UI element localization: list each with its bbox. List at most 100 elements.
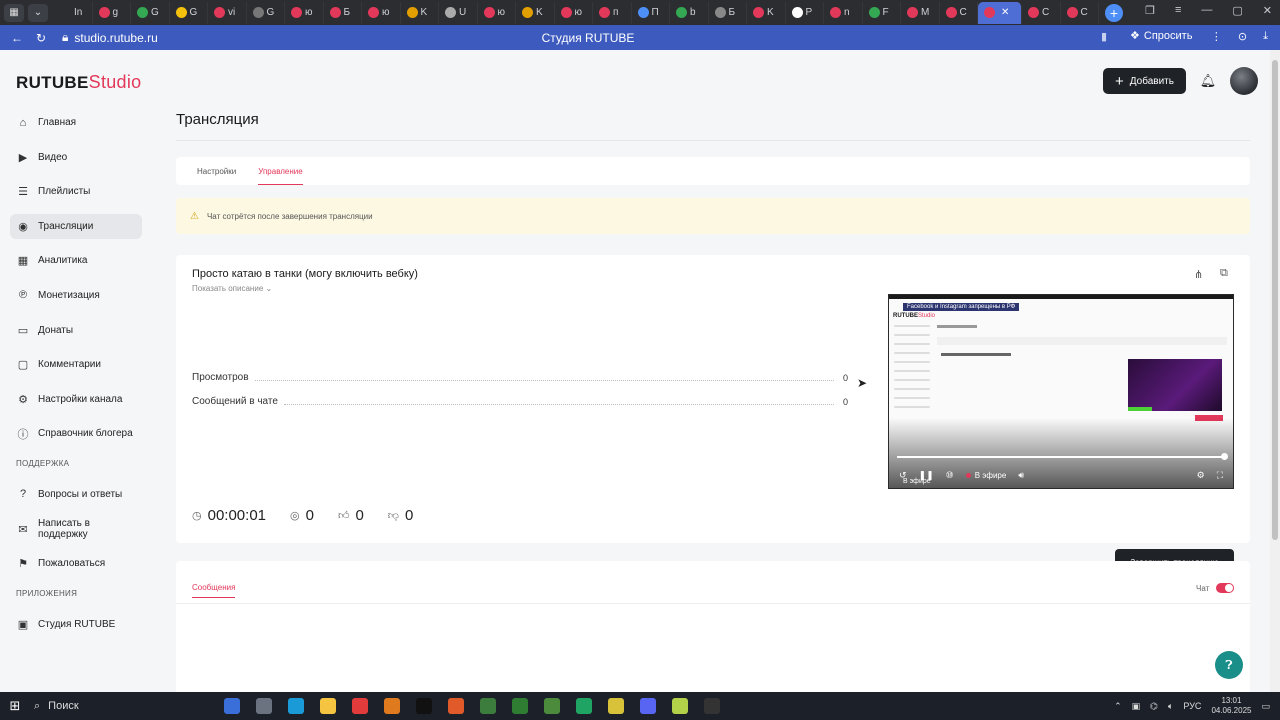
add-button[interactable]: + Добавить [1103,68,1186,94]
sidebar-item[interactable]: ▭ Донаты [10,318,142,343]
browser-tab[interactable]: C [940,1,978,24]
edge-icon[interactable] [288,698,304,714]
skip-forward-icon[interactable]: ⑩ [946,470,954,481]
close-icon[interactable]: ✕ [1263,4,1272,17]
blender-icon[interactable] [384,698,400,714]
task-view-icon[interactable] [224,698,240,714]
tab-list-chevron-icon[interactable]: ⌄ [28,3,48,22]
sidebar-item[interactable]: ℗ Монетизация [10,283,142,308]
browser-tab[interactable]: g [93,1,131,24]
browser-tab[interactable]: K [401,1,439,24]
app-icon[interactable] [416,698,432,714]
back-icon[interactable]: ← [10,31,24,45]
browser-tab[interactable]: M [901,1,940,24]
windows-start-icon[interactable]: ⊞ [0,698,30,714]
file-explorer-icon[interactable] [320,698,336,714]
app-icon[interactable] [544,698,560,714]
tray-icon[interactable]: ▣ [1132,701,1141,712]
clock[interactable]: 13:01 04.06.2025 [1211,696,1251,716]
app-icon[interactable] [608,698,624,714]
sidebar-item[interactable]: ⌂ Главная [10,110,142,135]
support-chat-icon[interactable]: ❓︎ [1215,651,1243,679]
app-icon[interactable] [448,698,464,714]
ask-button[interactable]: ❖ Спросить [1130,29,1192,43]
chat-toggle[interactable] [1216,583,1235,593]
more-icon[interactable]: ⋮ [1211,30,1222,43]
browser-menu-icon[interactable]: ▦ [4,3,24,22]
browser-tab[interactable]: P [786,1,824,24]
language-indicator[interactable]: РУС [1183,701,1201,711]
sidebar-item[interactable]: ✉ Написать в поддержку [10,517,142,542]
browser-tab[interactable]: ю [362,1,401,24]
sidebar-item[interactable]: ▣ Студия RUTUBE [10,612,142,637]
browser-tab[interactable]: П [632,1,670,24]
browser-tab[interactable]: п [593,1,632,24]
player-settings-icon[interactable]: ⚙ [1197,470,1205,481]
scrollbar-thumb[interactable] [1272,60,1278,540]
external-link-icon[interactable]: ⧉ [1220,267,1228,280]
share-icon[interactable]: ⋔ [1194,268,1203,281]
browser-tab[interactable]: ю [285,1,324,24]
download-icon[interactable]: ⤓ [1263,30,1268,43]
obs-icon[interactable] [704,698,720,714]
browser-tab[interactable]: ю [555,1,593,24]
tab-0[interactable]: Настройки [197,157,236,185]
fullscreen-icon[interactable]: ⛶ [1217,470,1223,481]
notifications-icon[interactable]: ▭ [1261,701,1270,712]
browser-tab[interactable]: C [1061,1,1099,24]
close-tab-icon[interactable]: ✕ [1001,7,1009,18]
sidebar-item[interactable]: ? Вопросы и ответы [10,482,142,507]
url-field[interactable]: 🔒︎ studio.rutube.ru [62,30,158,45]
speaker-icon[interactable]: 🔈︎ [1168,701,1173,712]
browser-tab[interactable]: K [747,1,786,24]
browser-tab[interactable]: b [670,1,709,24]
browser-tab[interactable]: C [1022,1,1061,24]
yandex-browser-icon[interactable] [352,698,368,714]
minecraft-icon[interactable] [512,698,528,714]
tray-chevron-icon[interactable]: ⌃ [1114,701,1122,712]
store-icon[interactable] [256,698,272,714]
browser-tab[interactable]: vi [208,1,247,24]
taskbar-search[interactable]: ⌕ Поиск [34,696,174,716]
browser-tab[interactable]: n [824,1,863,24]
sidebar-item[interactable]: ⓘ Справочник блогера [10,421,142,446]
notifications-bell-icon[interactable]: 🔔︎ [1200,73,1217,89]
restore-icon[interactable]: ❐ [1145,4,1155,17]
browser-tab[interactable]: K [516,1,555,24]
app-icon[interactable] [576,698,592,714]
browser-tab[interactable]: G [170,1,208,24]
maximize-icon[interactable]: ▢ [1232,4,1242,17]
player-progress-bar[interactable] [897,453,1228,460]
reload-icon[interactable]: ↻ [34,31,48,45]
network-icon[interactable]: ⌬ [1150,701,1158,712]
sidebar-item[interactable]: ⚑ Пожаловаться [10,551,142,576]
stream-preview-player[interactable]: Facebook и Instagram запрещены в РФ RUTU… [888,294,1234,489]
page-scrollbar[interactable] [1270,50,1280,692]
bookmark-icon[interactable]: ▮ [1101,30,1107,43]
sidebar-item[interactable]: ◉ Трансляции [10,213,142,239]
menu-icon[interactable]: ≡ [1175,4,1181,17]
sidebar-item[interactable]: ▦ Аналитика [10,248,142,273]
app-icon[interactable] [672,698,688,714]
avatar[interactable] [1229,67,1258,95]
browser-tab[interactable]: In [54,1,93,24]
sidebar-item[interactable]: ☰ Плейлисты [10,179,142,204]
browser-tab[interactable]: F [863,1,901,24]
show-description-link[interactable]: Показать описание ⌄ [192,284,272,293]
minimize-icon[interactable]: — [1201,4,1212,17]
browser-tab[interactable]: ю [478,1,516,24]
tab-messages[interactable]: Сообщения [192,583,236,598]
sidebar-item[interactable]: ▢ Комментарии [10,352,142,377]
browser-tab[interactable]: U [439,1,478,24]
sidebar-item[interactable]: ⚙ Настройки канала [10,387,142,412]
browser-tab[interactable]: Б [709,1,747,24]
browser-tab[interactable]: G [247,1,285,24]
new-tab-button[interactable]: + [1105,3,1123,22]
volume-icon[interactable]: 🔊︎ [1018,470,1024,481]
browser-tab[interactable]: Б [324,1,362,24]
discord-icon[interactable] [640,698,656,714]
player-progress-knob[interactable] [1221,453,1228,460]
app-icon[interactable] [480,698,496,714]
rutube-studio-logo[interactable]: RUTUBEStudio [16,72,141,93]
live-indicator[interactable]: В эфире [966,471,1007,480]
